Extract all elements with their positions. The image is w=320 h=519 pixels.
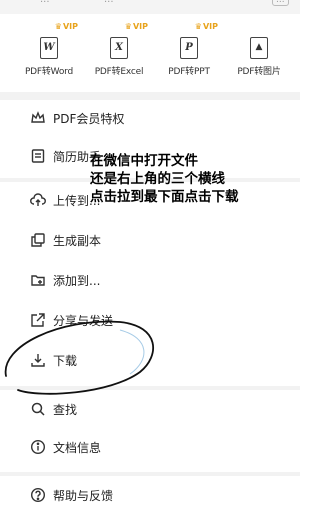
annotation-line: 点击拉到最下面点击下载 (90, 189, 239, 205)
vip-badge: ♛VIP (194, 22, 218, 31)
crown-icon: ♛ (54, 22, 62, 31)
image-doc-icon: ▲ (250, 37, 268, 59)
copy-icon (30, 232, 46, 248)
annotation-line: 还是右上角的三个横线 (90, 171, 225, 187)
menu-item-share[interactable]: 分享与发送 (0, 306, 300, 336)
tutorial-annotation: 在微信中打开文件 还是右上角的三个横线 点击拉到最下面点击下载 (90, 152, 239, 206)
menu-item-label: 下载 (53, 354, 78, 368)
section-divider (0, 472, 300, 476)
crown-icon: ♛ (124, 22, 132, 31)
download-icon (30, 352, 46, 368)
crown-icon (30, 110, 46, 126)
top-strip-text: ... (104, 0, 114, 5)
menu-item-label: 查找 (53, 403, 78, 417)
menu-item-label: 文档信息 (53, 441, 102, 455)
section-divider (0, 92, 300, 100)
conversion-row: ♛VIP W PDF转Word ♛VIP X PDF转Excel ♛VIP P … (14, 18, 294, 90)
top-strip-text: ... (40, 0, 50, 5)
vip-badge: ♛VIP (54, 22, 78, 31)
menu-item-label: 分享与发送 (53, 314, 114, 328)
menu-item-help[interactable]: 帮助与反馈 (0, 481, 300, 511)
search-icon (30, 401, 46, 417)
pdf-to-word-button[interactable]: ♛VIP W PDF转Word (14, 18, 84, 90)
folder-add-icon (30, 272, 46, 288)
annotation-line: 在微信中打开文件 (90, 153, 198, 169)
pdf-to-ppt-button[interactable]: ♛VIP P PDF转PPT (154, 18, 224, 90)
conversion-label: PDF转图片 (237, 67, 281, 77)
conversion-label: PDF转Word (24, 67, 74, 77)
share-icon (30, 312, 46, 328)
menu-item-add-to[interactable]: 添加到... (0, 266, 300, 296)
vip-badge: ♛VIP (124, 22, 148, 31)
cloud-upload-icon (30, 192, 46, 208)
menu-item-label: 添加到... (53, 274, 101, 288)
menu-item-make-copy[interactable]: 生成副本 (0, 226, 300, 256)
menu-item-download[interactable]: 下载 (0, 346, 300, 376)
top-strip: ... ... ... (0, 0, 300, 14)
menu-item-find[interactable]: 查找 (0, 395, 300, 425)
resume-icon (30, 148, 46, 164)
menu-item-label: 生成副本 (53, 234, 102, 248)
menu-item-label: 帮助与反馈 (53, 489, 114, 503)
pdf-to-image-button[interactable]: ▲ PDF转图片 (224, 18, 294, 90)
ppt-doc-icon: P (180, 37, 198, 59)
top-strip-tag: ... (272, 0, 289, 6)
conversion-label: PDF转PPT (168, 67, 210, 77)
crown-icon: ♛ (194, 22, 202, 31)
conversion-label: PDF转Excel (94, 67, 144, 77)
excel-doc-icon: X (110, 37, 128, 59)
help-icon (30, 487, 46, 503)
word-doc-icon: W (40, 37, 58, 59)
menu-item-doc-info[interactable]: 文档信息 (0, 433, 300, 463)
pdf-to-excel-button[interactable]: ♛VIP X PDF转Excel (84, 18, 154, 90)
menu-item-pdf-vip[interactable]: PDF会员特权 (0, 104, 300, 134)
menu-item-label: PDF会员特权 (53, 112, 125, 126)
section-divider (0, 386, 300, 390)
info-icon (30, 439, 46, 455)
